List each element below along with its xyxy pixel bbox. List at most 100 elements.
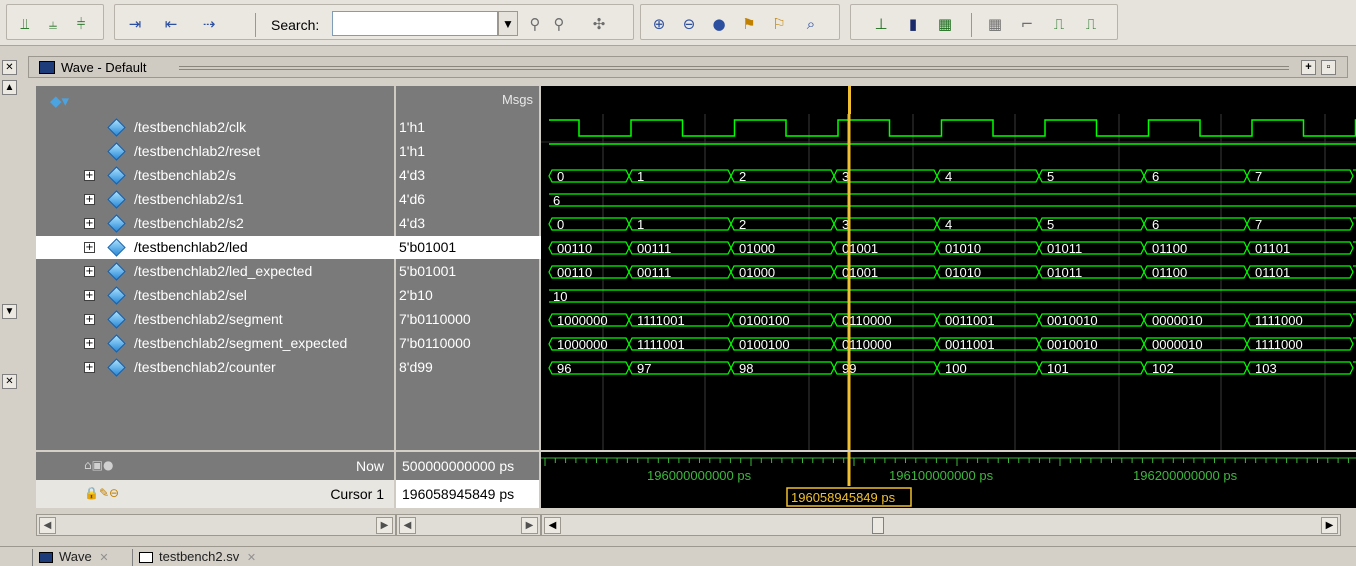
expand-icon[interactable]: + [84, 362, 95, 373]
time-ruler-canvas[interactable]: 196000000000 ps 196100000000 ps 1962000000… [541, 452, 1356, 508]
signal-group-icon[interactable]: ◆▾ [50, 92, 69, 110]
signal-name: /testbenchlab2/counter [134, 359, 276, 375]
expand-icon[interactable]: + [84, 338, 95, 349]
signal-value-row[interactable]: 4'd3 [396, 212, 541, 235]
find-next-icon[interactable]: ⚲ [549, 14, 569, 34]
step-over-icon[interactable]: ⇤ [161, 14, 181, 34]
signal-value-row[interactable]: 8'd99 [396, 356, 541, 379]
zoom-cursor-icon[interactable]: ⚑ [739, 14, 759, 34]
cursor-row-name: 🔒✎⊖ Cursor 1 [36, 480, 396, 508]
expand-icon[interactable]: + [84, 290, 95, 301]
close-icon[interactable]: ✕ [247, 551, 256, 564]
wave-pane-header [541, 86, 1356, 114]
expand-icon[interactable]: + [84, 314, 95, 325]
signal-value-row[interactable]: 4'd6 [396, 188, 541, 211]
signal-value-row[interactable]: 1'h1 [396, 140, 541, 163]
tab-testbench[interactable]: testbench2.sv ✕ [132, 549, 262, 566]
toolbar-group-insert: ⫫ ⫨ ⫩ [6, 4, 104, 40]
wave-insert-3-icon[interactable]: ⫩ [71, 14, 91, 34]
search-dropdown-button[interactable]: ▼ [498, 11, 518, 36]
wave-insert-2-icon[interactable]: ⫨ [43, 14, 63, 34]
scroll-thumb[interactable] [872, 517, 884, 534]
zoom-full-icon[interactable]: ● [709, 14, 729, 34]
zoom-in-icon[interactable]: ⊕ [649, 14, 669, 34]
signal-row[interactable]: /testbenchlab2/reset [36, 140, 396, 163]
dock-close-button-2[interactable]: ✕ [2, 374, 17, 389]
msgs-header: Msgs [396, 86, 541, 114]
signal-row[interactable]: /testbenchlab2/clk [36, 116, 396, 139]
search-input[interactable] [332, 11, 498, 36]
now-row-icons[interactable]: ⌂▣● [84, 458, 113, 472]
wave-style-5-icon[interactable]: ⌐ [1017, 14, 1037, 34]
expand-icon[interactable]: + [84, 194, 95, 205]
signal-value-row[interactable]: 4'd3 [396, 164, 541, 187]
wave-insert-icon[interactable]: ⫫ [15, 14, 35, 34]
find-icon[interactable]: ⚲ [525, 14, 545, 34]
wave-style-3-icon[interactable]: ▦ [935, 14, 955, 34]
signal-value-row[interactable]: 7'b0110000 [396, 332, 541, 355]
s2-value-label: 6 [1152, 217, 1159, 232]
titlebar-drag-grip[interactable] [179, 66, 1289, 70]
cursor-row-icons[interactable]: 🔒✎⊖ [84, 486, 119, 500]
scroll-right-button[interactable]: ▶ [521, 517, 538, 534]
signal-value: 8'd99 [399, 359, 433, 375]
signal-name: /testbenchlab2/reset [134, 143, 261, 159]
signal-row[interactable]: + /testbenchlab2/s [36, 164, 396, 187]
step-into-icon[interactable]: ⇥ [125, 14, 145, 34]
signal-row[interactable]: + /testbenchlab2/s1 [36, 188, 396, 211]
dock-scroll-up-button[interactable]: ▲ [2, 80, 17, 95]
segment-value-label: 1000000 [557, 313, 608, 328]
segment-expected-value-label: 0010010 [1047, 337, 1098, 352]
undock-button[interactable]: + [1301, 60, 1316, 75]
signal-row[interactable]: + /testbenchlab2/sel [36, 284, 396, 307]
document-icon [139, 552, 153, 563]
time-ruler[interactable]: 196000000000 ps 196100000000 ps 1962000000… [541, 452, 1356, 508]
scroll-left-button[interactable]: ◀ [399, 517, 416, 534]
wave-style-1-icon[interactable]: ⊥ [871, 14, 891, 34]
waveform-pane[interactable]: 0 1 2 3 4 5 6 7 6 0 1 2 3 4 5 6 7 00110 00111 01000 01001 010… [541, 114, 1356, 450]
zoom-out-icon[interactable]: ⊖ [679, 14, 699, 34]
signal-row[interactable]: + /testbenchlab2/counter [36, 356, 396, 379]
s2-value-label: 1 [637, 217, 644, 232]
signal-row[interactable]: + /testbenchlab2/led_expected [36, 260, 396, 283]
zoom-last-icon[interactable]: ⌕ [801, 14, 821, 34]
signal-value-row[interactable]: 1'h1 [396, 116, 541, 139]
expand-icon[interactable]: + [84, 242, 95, 253]
s-value-label: 2 [739, 169, 746, 184]
scroll-right-button[interactable]: ▶ [1321, 517, 1338, 534]
expand-icon[interactable]: + [84, 266, 95, 277]
value-pane-hscrollbar[interactable]: ◀ ▶ [396, 514, 541, 536]
signal-value-row[interactable]: 7'b0110000 [396, 308, 541, 331]
waveform-canvas[interactable]: 0 1 2 3 4 5 6 760 1 2 3 4 5 6 700110 00111 01000 01001 010… [541, 114, 1356, 450]
expand-icon[interactable]: + [84, 218, 95, 229]
dock-close-button[interactable]: ✕ [2, 60, 17, 75]
signal-value-row[interactable]: 5'b01001 [396, 236, 541, 259]
signal-row[interactable]: + /testbenchlab2/s2 [36, 212, 396, 235]
scroll-right-button[interactable]: ▶ [376, 517, 393, 534]
scroll-left-button[interactable]: ◀ [39, 517, 56, 534]
wave-style-6-icon[interactable]: ⎍ [1049, 14, 1069, 34]
wave-window-titlebar[interactable]: Wave - Default + ▫ [28, 56, 1348, 78]
wave-style-2-icon[interactable]: ▮ [903, 14, 923, 34]
segment-value-label: 0011001 [945, 313, 995, 328]
led-expected-value-label: 01011 [1047, 265, 1082, 280]
name-pane-hscrollbar[interactable]: ◀ ▶ [36, 514, 396, 536]
signal-value-row[interactable]: 2'b10 [396, 284, 541, 307]
dock-scroll-down-button[interactable]: ▼ [2, 304, 17, 319]
find-prev-icon[interactable]: ✣ [589, 14, 609, 34]
step-out-icon[interactable]: ⇢ [199, 14, 219, 34]
close-icon[interactable]: ✕ [99, 551, 108, 564]
wave-style-7-icon[interactable]: ⎍ [1081, 14, 1101, 34]
wave-pane-hscrollbar[interactable]: ◀ ▶ [541, 514, 1341, 536]
led-value-label: 01001 [842, 241, 878, 256]
scroll-left-button[interactable]: ◀ [544, 517, 561, 534]
signal-row[interactable]: + /testbenchlab2/segment_expected [36, 332, 396, 355]
expand-icon[interactable]: + [84, 170, 95, 181]
zoom-range-icon[interactable]: ⚐ [769, 14, 789, 34]
tab-wave[interactable]: Wave ✕ [32, 549, 115, 566]
maximize-button[interactable]: ▫ [1321, 60, 1336, 75]
signal-value-row[interactable]: 5'b01001 [396, 260, 541, 283]
signal-row[interactable]: + /testbenchlab2/segment [36, 308, 396, 331]
wave-style-4-icon[interactable]: ▦ [985, 14, 1005, 34]
signal-row[interactable]: + /testbenchlab2/led [36, 236, 396, 259]
